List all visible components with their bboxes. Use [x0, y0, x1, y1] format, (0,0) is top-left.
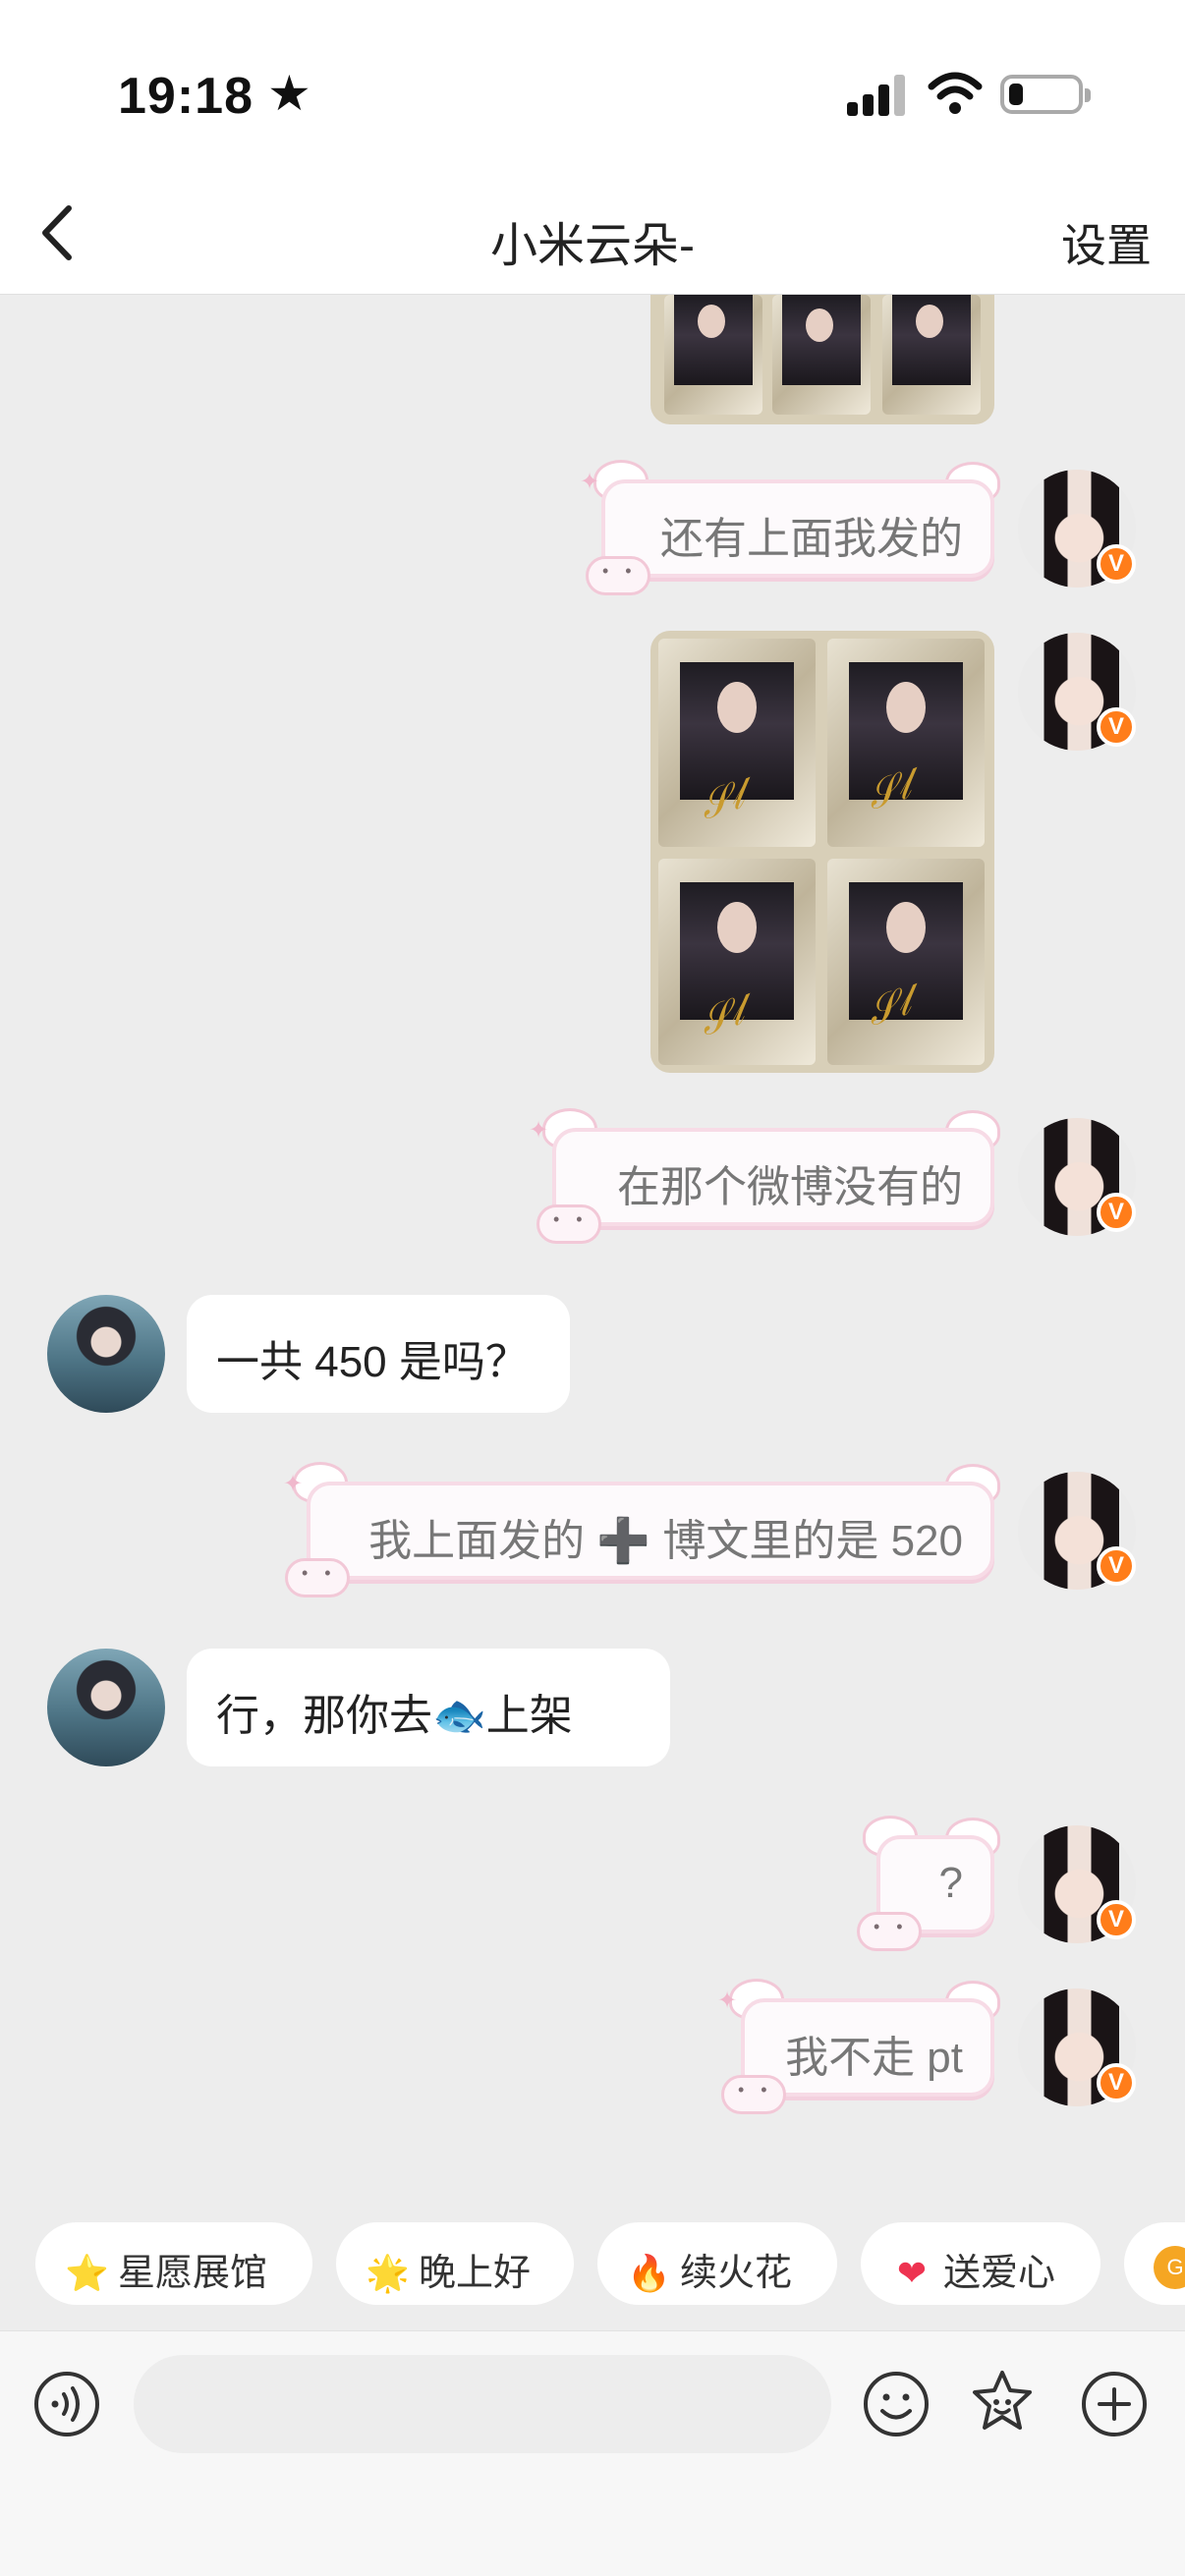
gift-badge-icon: G — [1154, 2246, 1185, 2289]
message-text: 上架 — [485, 1692, 573, 1740]
sparkle-icon: ✦ — [283, 1471, 304, 1497]
verified-badge: V — [1097, 707, 1136, 747]
message-bubble[interactable]: 行，那你去🐟上架 — [187, 1649, 670, 1766]
settings-button[interactable]: 设置 — [1061, 210, 1152, 275]
battery-low-icon — [1000, 75, 1091, 114]
sticker-icon[interactable] — [967, 2367, 1038, 2437]
fish-emoji: 🐟 — [432, 1692, 486, 1740]
smiling-star-icon: 🌟 — [366, 2253, 410, 2293]
verified-badge: V — [1097, 1193, 1136, 1232]
message-bubble[interactable]: 一共 450 是吗？ — [187, 1295, 570, 1413]
message-image[interactable] — [650, 295, 994, 424]
verified-badge: V — [1097, 1900, 1136, 1939]
chip-label: 续火花 — [680, 2253, 793, 2294]
chip-send-love[interactable]: ❤ 送爱心 — [861, 2222, 1100, 2305]
pig-decoration-icon — [721, 2075, 786, 2114]
pig-decoration-icon — [586, 556, 650, 595]
chip-label: 晚上好 — [419, 2253, 532, 2294]
chip-streak-fire[interactable]: 🔥 续火花 — [597, 2222, 837, 2305]
quick-action-chips: ⭐ 星愿展馆 🌟 晚上好 🔥 续火花 ❤ 送爱心 G — [0, 2222, 1185, 2305]
chip-label: 星愿展馆 — [118, 2253, 268, 2294]
message-input-bar — [0, 2330, 1185, 2576]
chip-more[interactable]: G — [1124, 2222, 1185, 2305]
chat-header: 小米云朵- 设置 — [0, 177, 1185, 295]
status-bar: 19:18 ★ — [0, 0, 1185, 177]
message-text: 行，那你去 — [216, 1692, 432, 1740]
chip-good-evening[interactable]: 🌟 晚上好 — [336, 2222, 574, 2305]
fire-icon: 🔥 — [627, 2253, 671, 2293]
heart-icon: ❤ — [896, 2253, 928, 2293]
pig-decoration-icon — [536, 1204, 601, 1244]
status-time: 19:18 — [118, 68, 254, 125]
chip-star-gallery[interactable]: ⭐ 星愿展馆 — [35, 2222, 312, 2305]
wifi-icon — [928, 72, 983, 114]
pig-decoration-icon — [857, 1912, 922, 1951]
cellular-signal-icon — [847, 73, 906, 116]
verified-badge: V — [1097, 1546, 1136, 1586]
sparkle-icon: ✦ — [529, 1117, 549, 1144]
message-image[interactable]: 𝒮𝓁 𝒮𝓁 𝒮𝓁 𝒮𝓁 — [650, 631, 994, 1073]
verified-badge: V — [1097, 544, 1136, 584]
message-list[interactable]: V ✦ 还有上面我发的 V 𝒮𝓁 𝒮𝓁 𝒮𝓁 𝒮𝓁 V ✦ 在那个微博没有的 一… — [0, 295, 1185, 2201]
star-icon: ★ — [267, 66, 311, 121]
sparkle-icon: ✦ — [580, 469, 600, 495]
sparkle-icon: ✦ — [717, 1988, 738, 2014]
star-icon: ⭐ — [65, 2253, 109, 2293]
pig-decoration-icon — [285, 1558, 350, 1597]
voice-icon[interactable] — [31, 2369, 102, 2439]
chip-label: 送爱心 — [943, 2253, 1056, 2294]
avatar[interactable] — [47, 1649, 165, 1766]
message-input[interactable] — [134, 2355, 831, 2453]
message-bubble[interactable]: 还有上面我发的 — [601, 479, 994, 578]
avatar[interactable] — [47, 1295, 165, 1413]
emoji-icon[interactable] — [861, 2369, 931, 2439]
plus-icon[interactable] — [1079, 2369, 1150, 2439]
message-bubble[interactable]: 在那个微博没有的 — [552, 1128, 994, 1226]
message-bubble[interactable]: 我上面发的 ➕ 博文里的是 520 — [307, 1482, 994, 1580]
verified-badge: V — [1097, 2063, 1136, 2102]
chat-title: 小米云朵- — [490, 220, 695, 272]
